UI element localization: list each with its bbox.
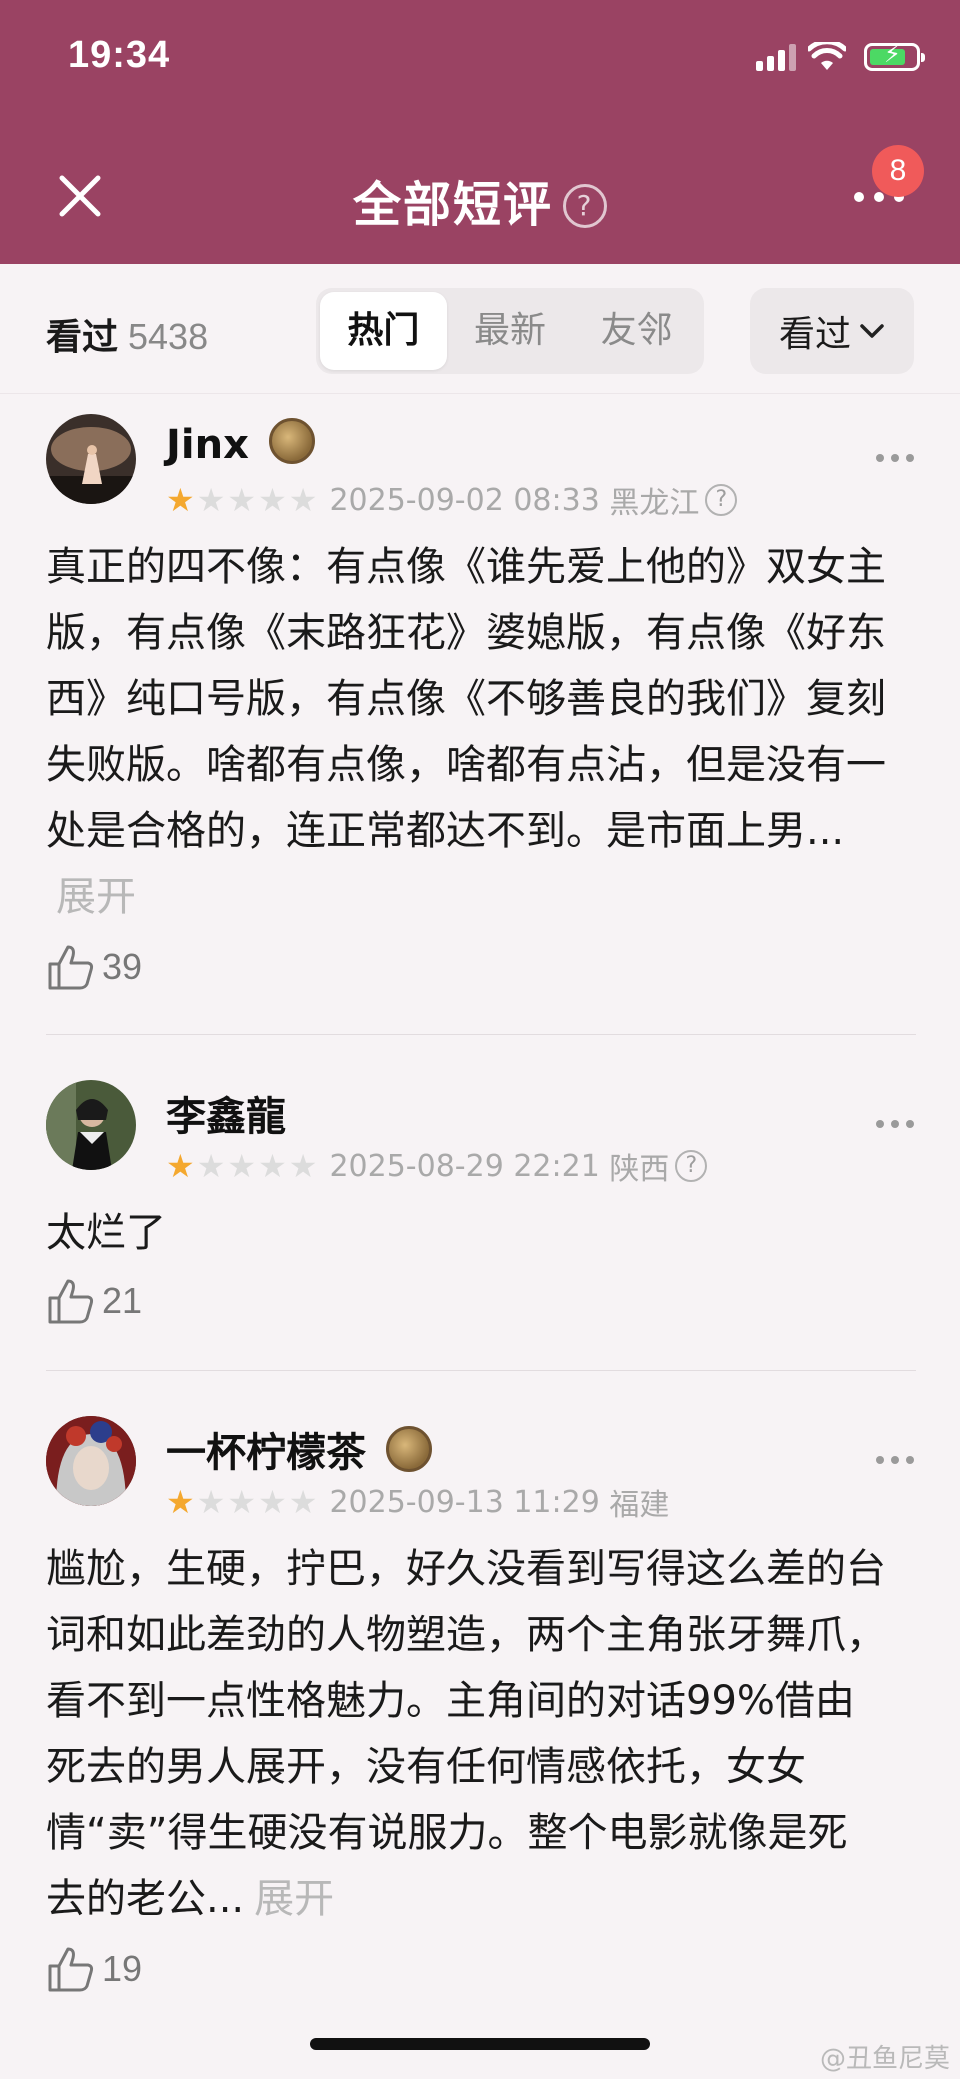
battery-icon: ⚡ bbox=[864, 40, 925, 71]
chevron-down-icon bbox=[860, 324, 884, 338]
comment-meta: ★ ★ ★ ★ ★ 2025-09-02 08:33 黑龙江? bbox=[166, 478, 738, 522]
comment-body: 尴尬，生硬，拧巴，好久没看到写得这么差的台词和如此差劲的人物塑造，两个主角张牙舞… bbox=[46, 1546, 886, 1922]
medal-icon bbox=[268, 418, 315, 464]
filter-bar: 看过 5438 热门 最新 友邻 看过 bbox=[0, 264, 960, 394]
comment-location: 黑龙江 bbox=[609, 486, 700, 521]
medal-icon bbox=[386, 1426, 432, 1472]
comment-meta: ★ ★ ★ ★ ★ 2025-09-13 11:29 福建 bbox=[166, 1480, 669, 1524]
star-filled-icon: ★ bbox=[166, 1483, 195, 1521]
rating-stars: ★ ★ ★ ★ ★ bbox=[166, 1486, 317, 1518]
comment-text: 尴尬，生硬，拧巴，好久没看到写得这么差的台词和如此差劲的人物塑造，两个主角张牙舞… bbox=[46, 1536, 886, 1932]
comment-item: 李鑫龍 ★ ★ ★ ★ ★ 2025-08-29 22:21 陕西? 太烂了 2… bbox=[46, 1080, 916, 1350]
star-empty-icon: ★ bbox=[227, 1147, 257, 1185]
star-empty-icon: ★ bbox=[196, 481, 226, 519]
star-empty-icon: ★ bbox=[288, 1483, 318, 1521]
avatar[interactable] bbox=[46, 1080, 136, 1170]
comment-time: 2025-08-29 22:21 bbox=[329, 1148, 600, 1184]
top-bar: 19:34 ⚡ 全部短评? 8 bbox=[0, 0, 960, 264]
thumbs-up-icon bbox=[48, 1279, 94, 1324]
wifi-icon bbox=[808, 42, 846, 70]
star-filled-icon: ★ bbox=[166, 481, 195, 519]
help-icon[interactable]: ? bbox=[705, 484, 738, 516]
like-button[interactable]: 19 bbox=[46, 1944, 142, 1994]
star-empty-icon: ★ bbox=[288, 481, 318, 519]
comment-more-button[interactable] bbox=[876, 1120, 914, 1128]
tab-latest[interactable]: 最新 bbox=[447, 292, 574, 370]
status-dropdown[interactable]: 看过 bbox=[750, 288, 914, 374]
avatar[interactable] bbox=[46, 414, 136, 504]
comment-time: 2025-09-02 08:33 bbox=[329, 482, 600, 518]
star-empty-icon: ★ bbox=[227, 481, 257, 519]
thumbs-up-icon bbox=[48, 1947, 94, 1992]
like-button[interactable]: 39 bbox=[46, 942, 142, 992]
help-icon[interactable]: ? bbox=[675, 1150, 708, 1182]
username[interactable]: 一杯柠檬茶 bbox=[166, 1420, 432, 1478]
comment-text: 真正的四不像：有点像《谁先爱上他的》双女主版，有点像《末路狂花》婆媳版，有点像《… bbox=[46, 534, 886, 930]
star-filled-icon: ★ bbox=[166, 1147, 195, 1185]
status-time: 19:34 bbox=[68, 34, 171, 76]
star-empty-icon: ★ bbox=[258, 481, 287, 519]
rating-stars: ★ ★ ★ ★ ★ bbox=[166, 484, 317, 516]
seen-number: 5438 bbox=[128, 316, 209, 357]
comment-location: 福建 bbox=[609, 1488, 670, 1523]
like-count: 21 bbox=[102, 1280, 143, 1321]
avatar[interactable] bbox=[46, 1416, 136, 1506]
star-empty-icon: ★ bbox=[288, 1147, 318, 1185]
username-text: 一杯柠檬茶 bbox=[166, 1430, 366, 1476]
star-empty-icon: ★ bbox=[196, 1483, 226, 1521]
page-title: 全部短评? bbox=[0, 165, 960, 235]
expand-link[interactable]: 展开 bbox=[56, 874, 136, 920]
comment-body: 太烂了 bbox=[46, 1210, 166, 1256]
page-title-text: 全部短评 bbox=[352, 177, 553, 233]
divider bbox=[46, 1034, 916, 1035]
username-text: Jinx bbox=[166, 422, 249, 468]
tab-friends[interactable]: 友邻 bbox=[573, 292, 700, 370]
username[interactable]: Jinx bbox=[166, 418, 315, 468]
seen-label: 看过 bbox=[46, 317, 119, 358]
divider bbox=[46, 1370, 916, 1371]
comment-more-button[interactable] bbox=[876, 1456, 914, 1464]
watermark: @丑鱼尼莫 bbox=[819, 2044, 950, 2074]
notification-badge: 8 bbox=[872, 145, 924, 197]
thumbs-up-icon bbox=[48, 945, 94, 990]
like-button[interactable]: 21 bbox=[46, 1276, 142, 1326]
comment-more-button[interactable] bbox=[876, 454, 914, 462]
comment-body: 真正的四不像：有点像《谁先爱上他的》双女主版，有点像《末路狂花》婆媳版，有点像《… bbox=[46, 544, 886, 854]
star-empty-icon: ★ bbox=[227, 1483, 257, 1521]
like-count: 19 bbox=[102, 1948, 143, 1989]
comment-location: 陕西 bbox=[609, 1152, 670, 1187]
comment-item: Jinx ★ ★ ★ ★ ★ 2025-09-02 08:33 黑龙江? 真正的… bbox=[46, 414, 916, 1014]
star-empty-icon: ★ bbox=[196, 1147, 226, 1185]
comment-meta: ★ ★ ★ ★ ★ 2025-08-29 22:21 陕西? bbox=[166, 1144, 708, 1188]
star-empty-icon: ★ bbox=[258, 1483, 287, 1521]
comment-item: 一杯柠檬茶 ★ ★ ★ ★ ★ 2025-09-13 11:29 福建 尴尬，生… bbox=[46, 1416, 916, 2016]
status-icons: ⚡ bbox=[756, 40, 925, 72]
seen-count: 看过 5438 bbox=[46, 308, 208, 360]
username[interactable]: 李鑫龍 bbox=[166, 1084, 286, 1142]
sort-segmented-control: 热门 最新 友邻 bbox=[316, 288, 704, 374]
like-count: 39 bbox=[102, 946, 143, 987]
expand-link[interactable]: 展开 bbox=[254, 1876, 334, 1922]
star-empty-icon: ★ bbox=[258, 1147, 287, 1185]
tab-hot[interactable]: 热门 bbox=[320, 292, 447, 370]
rating-stars: ★ ★ ★ ★ ★ bbox=[166, 1150, 317, 1182]
status-dropdown-label: 看过 bbox=[778, 314, 851, 355]
comment-time: 2025-09-13 11:29 bbox=[329, 1484, 600, 1520]
comment-text: 太烂了 bbox=[46, 1200, 886, 1266]
home-indicator[interactable] bbox=[310, 2038, 650, 2050]
help-icon[interactable]: ? bbox=[563, 184, 607, 228]
cellular-signal-icon bbox=[756, 43, 796, 71]
